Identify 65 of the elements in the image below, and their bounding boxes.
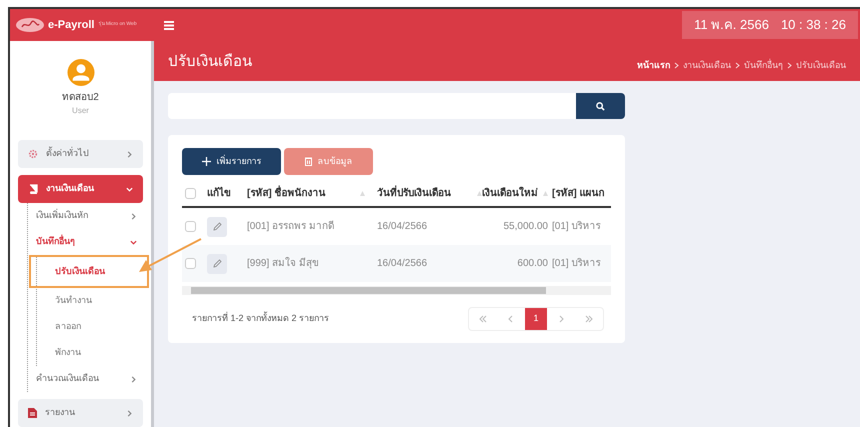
submenu-item[interactable]: เงินเพิ่มเงินหัก [28, 203, 143, 229]
menu-item[interactable]: งานเงินเดือน [18, 175, 143, 203]
submenu-item[interactable]: วันทำงาน [37, 288, 143, 314]
chevron-right-icon [735, 62, 740, 70]
checkbox[interactable] [185, 188, 196, 199]
user-role: User [72, 105, 89, 117]
date-text: 11 พ.ค. 2566 [694, 16, 769, 34]
column-header[interactable]: วันที่ปรับเงินเดือน [377, 186, 451, 201]
sort-icon[interactable] [543, 191, 548, 196]
add-button[interactable]: เพิ่มรายการ [182, 148, 281, 175]
search-icon [596, 102, 605, 110]
page-button[interactable]: 1 [525, 308, 547, 330]
column-header: [รหัส] แผนก [552, 186, 604, 201]
user-name: ทดสอบ2 [62, 91, 99, 105]
submenu-item[interactable]: ปรับเงินเดือน [37, 257, 147, 286]
gear-icon [28, 149, 38, 159]
menu-item[interactable]: รายงาน [18, 399, 143, 427]
delete-button[interactable]: ลบข้อมูล [284, 148, 373, 175]
file-icon [28, 408, 37, 418]
breadcrumb-link[interactable]: บันทึกอื่นๆ [744, 59, 783, 72]
search-button[interactable] [576, 93, 625, 119]
table-cell-text: 55,000.00 [502, 220, 549, 234]
checkbox[interactable] [185, 221, 196, 232]
submenu-item[interactable]: พักงาน [37, 340, 143, 366]
column-header: แก้ไข [207, 186, 231, 201]
column-header[interactable]: [รหัส] ชื่อพนักงาน [247, 186, 326, 201]
table-cell-text: 600.00 [516, 257, 549, 271]
trash-icon [304, 157, 312, 166]
table-cell-text: [999] สมใจ มีสุข [247, 256, 320, 271]
checkbox[interactable] [185, 258, 196, 269]
search-field[interactable] [168, 93, 625, 119]
book-icon [28, 184, 38, 194]
pencil-icon [212, 222, 222, 231]
brand-name: e-Payroll [48, 18, 94, 33]
sort-icon[interactable] [360, 191, 365, 196]
plus-icon [202, 157, 210, 166]
submenu-item[interactable]: บันทึกอื่นๆ [28, 229, 143, 255]
time-text: 10 : 38 : 26 [780, 16, 846, 34]
summary-text: รายการที่ 1-2 จากทั้งหมด 2 รายการ [192, 312, 330, 326]
chevron-right-icon [674, 62, 679, 70]
menu-item[interactable]: ตั้งค่าทั่วไป [18, 140, 143, 168]
submenu-item[interactable]: คำนวณเงินเดือน [28, 366, 143, 392]
double-chevron-icon [585, 315, 593, 323]
edit-button[interactable] [207, 216, 227, 236]
table-cell-text: 16/04/2566 [377, 257, 428, 271]
menu-icon[interactable] [164, 20, 174, 30]
chevron-right-icon [787, 62, 792, 70]
breadcrumb-link[interactable]: หน้าแรก [637, 59, 670, 72]
submenu-item[interactable]: ลาออก [37, 314, 143, 340]
table-cell-text: [01] บริหาร [552, 257, 602, 271]
page-title: ปรับเงินเดือน [168, 52, 252, 72]
sort-icon[interactable] [477, 191, 482, 196]
breadcrumb-link[interactable]: ปรับเงินเดือน [796, 59, 846, 72]
horizontal-scrollbar[interactable] [182, 286, 611, 295]
table-cell-text: [01] บริหาร [552, 220, 602, 234]
double-chevron-icon [479, 315, 487, 323]
chevron-icon [557, 315, 565, 323]
breadcrumb-link[interactable]: งานเงินเดือน [683, 59, 731, 72]
table-cell-text: 16/04/2566 [377, 220, 428, 234]
column-header[interactable]: เงินเดือนใหม่ [482, 186, 538, 201]
table-cell-text: [001] อรรถพร มากดี [247, 220, 335, 234]
logo-icon [16, 18, 44, 32]
pencil-icon [212, 259, 222, 268]
chevron-icon [507, 315, 515, 323]
edit-button[interactable] [207, 254, 227, 274]
